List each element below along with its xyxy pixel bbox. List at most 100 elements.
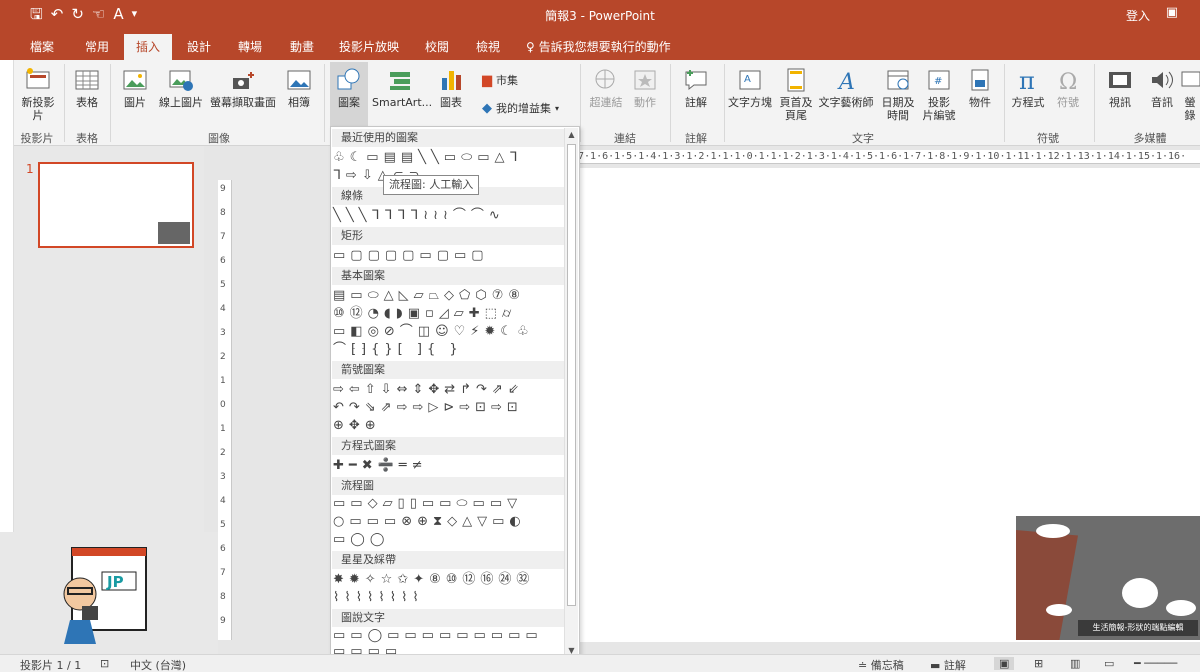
zoom-slider[interactable]: ━ ─────: [1134, 657, 1177, 670]
cliff-shape: [1016, 530, 1078, 640]
shape-row[interactable]: ⌇⌇⌇⌇⌇⌇⌇⌇: [333, 589, 565, 607]
shape-row[interactable]: ⊕✥⊕: [333, 417, 565, 435]
tab-review[interactable]: 校閱: [418, 34, 456, 60]
shape-row[interactable]: ▭◧◎⊘⌒◫☺♡⚡✹☾♧: [333, 323, 565, 341]
object-button[interactable]: 物件: [962, 66, 998, 109]
language-indicator[interactable]: 中文 (台灣): [130, 657, 186, 672]
action-button[interactable]: 動作: [628, 66, 662, 109]
slideshow-icon[interactable]: ▭: [1104, 657, 1114, 670]
ruler-tick: 8: [220, 592, 226, 602]
hyperlink-button[interactable]: 超連結: [586, 66, 626, 109]
shape-row-glyphs[interactable]: ⌒⁅⁆{}[ ]{ }: [333, 341, 565, 359]
table-button[interactable]: 表格: [70, 66, 104, 109]
chart-button[interactable]: 圖表: [434, 66, 468, 109]
slide-number-button[interactable]: # 投影 片編號: [920, 66, 958, 122]
shape-row-glyphs[interactable]: ╲╲╲ᒣᒣᒣᒣ≀≀≀⌒⌒∿: [333, 207, 565, 225]
notes-button[interactable]: ≐ 備忘稿: [858, 657, 904, 672]
shape-row-glyphs[interactable]: ○▭▭▭⊗⊕⧗◇△▽▭◐: [333, 513, 565, 531]
online-pictures-button[interactable]: 線上圖片: [156, 66, 206, 109]
shape-row[interactable]: ↶↷⇘⇗⇨⇨▷⊳⇨⊡⇨⊡: [333, 399, 565, 417]
store-button[interactable]: ▆ 市集: [482, 72, 518, 88]
shape-row-glyphs[interactable]: ✸✹✧☆✩✦⑧⑩⑫⑯㉔㉜: [333, 571, 565, 589]
shape-row[interactable]: ▭▢▢▢▢▭▢▭▢: [333, 247, 565, 265]
tab-file[interactable]: 檔案: [24, 34, 60, 60]
shape-row[interactable]: ⑩⑫◔◖◗▣▫◿▱✚⬚⌭: [333, 305, 565, 323]
new-slide-button[interactable]: 新投影 片: [18, 66, 58, 122]
slide-sorter-icon[interactable]: ⊞: [1034, 657, 1043, 670]
notes-label: 備忘稿: [870, 659, 904, 672]
shape-row-glyphs[interactable]: ⑩⑫◔◖◗▣▫◿▱✚⬚⌭: [333, 305, 565, 323]
shape-row[interactable]: ▭▭◇▱▯▯▭▭⬭▭▭▽: [333, 495, 565, 513]
shape-row[interactable]: ✚━✖➗═≠: [333, 457, 565, 475]
object-label: 物件: [969, 96, 991, 109]
shape-row-glyphs[interactable]: ▭▢▢▢▢▭▢▭▢: [333, 247, 565, 265]
ribbon-display-options-icon[interactable]: ▣: [1166, 5, 1178, 20]
normal-view-icon[interactable]: ▣: [994, 657, 1015, 670]
tab-animations[interactable]: 動畫: [282, 34, 322, 60]
video-button[interactable]: 視訊: [1100, 66, 1140, 109]
tab-view[interactable]: 檢視: [468, 34, 508, 60]
shape-row[interactable]: ╲╲╲ᒣᒣᒣᒣ≀≀≀⌒⌒∿: [333, 207, 565, 225]
reading-view-icon[interactable]: ▥: [1070, 657, 1080, 670]
tab-design[interactable]: 設計: [180, 34, 218, 60]
screenshot-icon: [233, 72, 254, 89]
table-label: 表格: [76, 96, 98, 109]
symbol-label: 符號: [1057, 96, 1079, 109]
svg-text:A: A: [744, 74, 751, 85]
header-footer-button[interactable]: 頁首及 頁尾: [778, 66, 814, 122]
shape-row-glyphs[interactable]: ↶↷⇘⇗⇨⇨▷⊳⇨⊡⇨⊡: [333, 399, 565, 417]
comments-button[interactable]: ▬ 註解: [930, 657, 966, 672]
tab-insert[interactable]: 插入: [124, 34, 172, 60]
shape-row-glyphs[interactable]: ⇨⇦⇧⇩⇔⇕✥⇄↱↷⇗⇙: [333, 381, 565, 399]
ruler-tick: 5: [220, 520, 226, 530]
pictures-button[interactable]: 圖片: [118, 66, 152, 109]
tab-slideshow[interactable]: 投影片放映: [334, 34, 404, 60]
shape-row-glyphs[interactable]: ✚━✖➗═≠: [333, 457, 565, 475]
date-time-button[interactable]: 日期及 時間: [880, 66, 916, 122]
textbox-button[interactable]: A 文字方塊: [726, 66, 774, 109]
album-icon: [287, 70, 311, 90]
screenshot-button[interactable]: 螢幕擷取畫面: [210, 66, 276, 109]
shape-row-glyphs[interactable]: ⌇⌇⌇⌇⌇⌇⌇⌇: [333, 589, 565, 607]
shape-row[interactable]: ▤▭⬭△◺▱⏢◇⬠⬡⑦⑧: [333, 287, 565, 305]
smartart-button[interactable]: SmartArt...: [372, 66, 432, 109]
shape-row[interactable]: ○▭▭▭⊗⊕⧗◇△▽▭◐: [333, 513, 565, 531]
tab-home[interactable]: 常用: [78, 34, 116, 60]
gallery-scrollbar[interactable]: ▲ ▼: [564, 128, 578, 658]
photo-album-button[interactable]: 相簿: [282, 66, 316, 109]
shape-row[interactable]: ⌒⁅⁆{}[ ]{ }: [333, 341, 565, 359]
shape-row-glyphs[interactable]: ▤▭⬭△◺▱⏢◇⬠⬡⑦⑧: [333, 287, 565, 305]
scrollbar-thumb[interactable]: [567, 144, 576, 606]
tab-transitions[interactable]: 轉場: [230, 34, 270, 60]
symbol-button[interactable]: Ω 符號: [1050, 66, 1086, 109]
shape-row[interactable]: ⇨⇦⇧⇩⇔⇕✥⇄↱↷⇗⇙: [333, 381, 565, 399]
spellcheck-icon[interactable]: ⊡: [100, 657, 109, 670]
wordart-button[interactable]: A 文字藝術師: [816, 66, 876, 109]
shape-row-glyphs[interactable]: ▭▭◇▱▯▯▭▭⬭▭▭▽: [333, 495, 565, 513]
cloud-shape: [1166, 600, 1196, 616]
shape-row-glyphs[interactable]: ♧☾▭▤▤╲╲▭⬭▭△ᒣ: [333, 149, 565, 167]
screen-recording-button[interactable]: 螢 錄: [1180, 66, 1200, 122]
ruler-tick: 1: [220, 424, 226, 434]
shape-row-glyphs[interactable]: ⊕✥⊕: [333, 417, 565, 435]
audio-button[interactable]: 音訊: [1144, 66, 1180, 109]
comment-button[interactable]: 註解: [676, 66, 716, 109]
shapes-button[interactable]: 圖案: [330, 62, 368, 126]
my-addins-button[interactable]: ◆ 我的增益集 ▾: [482, 100, 559, 116]
tell-me-box[interactable]: ♀ 告訴我您想要執行的動作: [526, 34, 671, 60]
equation-button[interactable]: π 方程式: [1008, 66, 1048, 109]
shape-row-glyphs[interactable]: ▭◧◎⊘⌒◫☺♡⚡✹☾♧: [333, 323, 565, 341]
addins-icon: ◆: [482, 100, 492, 116]
shape-row[interactable]: ♧☾▭▤▤╲╲▭⬭▭△ᒣ: [333, 149, 565, 167]
slide-thumbnail[interactable]: [38, 162, 194, 248]
chart-label: 圖表: [440, 96, 462, 109]
shape-row[interactable]: ✸✹✧☆✩✦⑧⑩⑫⑯㉔㉜: [333, 571, 565, 589]
document-title: 簡報3 - PowerPoint: [545, 9, 655, 23]
sign-in-link[interactable]: 登入: [1126, 7, 1150, 24]
chart-icon: [442, 71, 461, 90]
calendar-icon: [887, 70, 909, 90]
shape-row[interactable]: ▭◯◯: [333, 531, 565, 549]
shape-row-glyphs[interactable]: ▭◯◯: [333, 531, 565, 549]
slide-picture[interactable]: 生活簡報-形狀的端點編輯: [1016, 516, 1200, 640]
scroll-up-icon[interactable]: ▲: [565, 128, 578, 142]
